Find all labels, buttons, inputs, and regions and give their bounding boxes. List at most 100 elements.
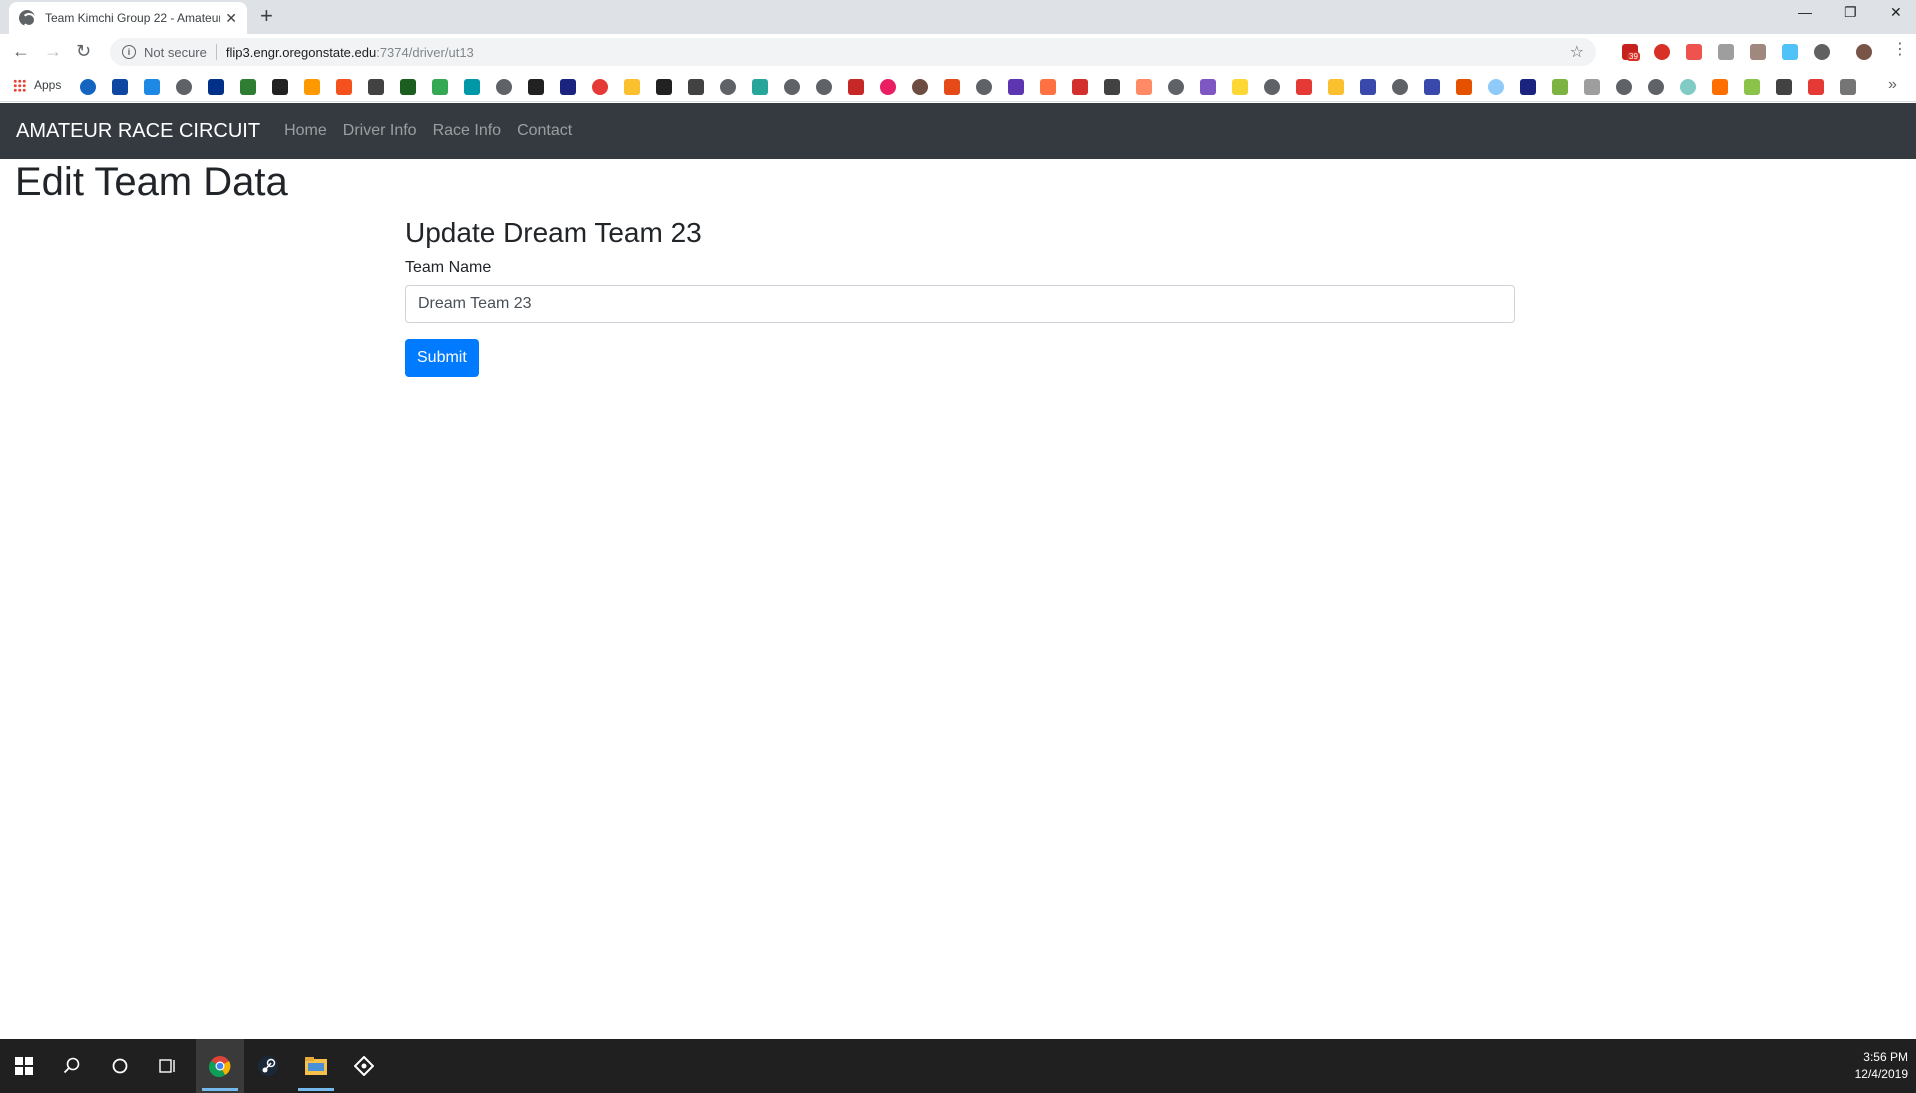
bookmark-icon[interactable] (112, 79, 128, 95)
search-icon[interactable] (48, 1039, 96, 1093)
bookmark-icon[interactable] (1680, 79, 1696, 95)
bookmark-icon[interactable] (496, 79, 512, 95)
team-name-value: Dream Team 23 (418, 295, 532, 312)
forward-icon[interactable]: → (44, 42, 62, 60)
bookmark-icon[interactable] (1520, 79, 1536, 95)
nav-link-home[interactable]: Home (284, 122, 327, 140)
bookmark-icon[interactable] (1744, 79, 1760, 95)
bookmark-icon[interactable] (816, 79, 832, 95)
bookmark-icon[interactable] (752, 79, 768, 95)
bookmark-icon[interactable] (1488, 79, 1504, 95)
task-view-icon[interactable] (144, 1039, 192, 1093)
apps-grid-icon (13, 78, 26, 92)
bookmark-icon[interactable] (1136, 79, 1152, 95)
new-tab-button[interactable]: + (260, 5, 273, 27)
bookmark-icon[interactable] (1616, 79, 1632, 95)
steam-taskbar-icon[interactable] (244, 1039, 292, 1093)
profile-avatar[interactable] (1856, 44, 1872, 60)
bookmark-icon[interactable] (1072, 79, 1088, 95)
bookmark-icon[interactable] (1232, 79, 1248, 95)
back-icon[interactable]: ← (12, 42, 30, 60)
bookmark-icon[interactable] (176, 79, 192, 95)
bookmark-icon[interactable] (1392, 79, 1408, 95)
bookmark-icon[interactable] (336, 79, 352, 95)
reload-icon[interactable]: ↻ (76, 42, 91, 60)
bookmark-icon[interactable] (720, 79, 736, 95)
bookmark-icon[interactable] (1328, 79, 1344, 95)
bookmark-star-icon[interactable]: ☆ (1570, 42, 1584, 62)
bookmark-icon[interactable] (272, 79, 288, 95)
bookmark-icon[interactable] (1456, 79, 1472, 95)
bookmark-icon[interactable] (528, 79, 544, 95)
info-icon[interactable]: i (122, 45, 136, 59)
chrome-taskbar-icon[interactable] (196, 1039, 244, 1093)
bookmark-icon[interactable] (1808, 79, 1824, 95)
cortana-icon[interactable] (96, 1039, 144, 1093)
bookmark-icon[interactable] (1840, 79, 1856, 95)
bookmark-icon[interactable] (784, 79, 800, 95)
bookmark-icon[interactable] (1648, 79, 1664, 95)
bookmark-icon[interactable] (464, 79, 480, 95)
restore-icon[interactable]: ❐ (1844, 4, 1857, 21)
address-bar[interactable]: i Not secure flip3.engr.oregonstate.edu:… (110, 38, 1596, 66)
bookmark-icon[interactable] (880, 79, 896, 95)
bookmark-icon[interactable] (1584, 79, 1600, 95)
bookmark-icon[interactable] (400, 79, 416, 95)
cup-extension-icon[interactable] (1782, 44, 1798, 60)
bookmark-icon[interactable] (976, 79, 992, 95)
browser-tab[interactable]: Team Kimchi Group 22 - Amateur Race Circ… (9, 2, 247, 34)
navbar-brand[interactable]: AMATEUR RACE CIRCUIT (16, 120, 260, 143)
nav-link-contact[interactable]: Contact (517, 122, 572, 140)
bookmark-icon[interactable] (368, 79, 384, 95)
bookmark-icon[interactable] (1776, 79, 1792, 95)
nav-link-driver-info[interactable]: Driver Info (343, 122, 417, 140)
submit-button[interactable]: Submit (405, 339, 479, 377)
bookmark-icon[interactable] (1264, 79, 1280, 95)
adblock-extension-icon[interactable] (1654, 44, 1670, 60)
bookmark-icon[interactable] (208, 79, 224, 95)
bookmark-icon[interactable] (912, 79, 928, 95)
browser-toolbar: ← → ↻ i Not secure flip3.engr.oregonstat… (0, 34, 1916, 70)
bookmark-icon[interactable] (144, 79, 160, 95)
browser-menu-icon[interactable]: ⋮ (1892, 41, 1908, 59)
bookmarks-overflow-icon[interactable]: » (1888, 76, 1897, 94)
apps-shortcut[interactable]: Apps (13, 78, 61, 92)
bookmark-icon[interactable] (1552, 79, 1568, 95)
bookmark-icon[interactable] (1424, 79, 1440, 95)
bookmark-icon[interactable] (944, 79, 960, 95)
bookmark-icon[interactable] (848, 79, 864, 95)
bookmark-icon[interactable] (1296, 79, 1312, 95)
nav-link-race-info[interactable]: Race Info (433, 122, 501, 140)
circle-extension-icon[interactable] (1814, 44, 1830, 60)
bookmark-icon[interactable] (432, 79, 448, 95)
close-tab-icon[interactable]: ✕ (225, 10, 237, 27)
bookmark-icon[interactable] (656, 79, 672, 95)
bookmark-icon[interactable] (1040, 79, 1056, 95)
bookmark-icon[interactable] (688, 79, 704, 95)
bookmark-icon[interactable] (560, 79, 576, 95)
windows-start-icon[interactable] (0, 1039, 48, 1093)
pdf-extension-icon[interactable] (1750, 44, 1766, 60)
bookmark-icon[interactable] (304, 79, 320, 95)
window-close-icon[interactable]: ✕ (1890, 4, 1902, 21)
bookmark-icon[interactable] (1104, 79, 1120, 95)
url-path: :7374/driver/ut13 (376, 44, 474, 60)
bookmark-icon[interactable] (80, 79, 96, 95)
pocket-extension-icon[interactable] (1686, 44, 1702, 60)
bookmark-icon[interactable] (1712, 79, 1728, 95)
bookmark-icon[interactable] (592, 79, 608, 95)
active-app-indicator (202, 1088, 238, 1091)
bookmark-icon[interactable] (240, 79, 256, 95)
bookmark-icon[interactable] (1008, 79, 1024, 95)
gitkraken-taskbar-icon[interactable] (340, 1039, 388, 1093)
system-clock[interactable]: 3:56 PM 12/4/2019 (1855, 1049, 1908, 1083)
bookmark-icon[interactable] (1200, 79, 1216, 95)
bookmark-icon[interactable] (624, 79, 640, 95)
browser-tab-strip: Team Kimchi Group 22 - Amateur Race Circ… (0, 0, 1916, 34)
file-explorer-taskbar-icon[interactable] (292, 1039, 340, 1093)
bookmark-icon[interactable] (1360, 79, 1376, 95)
download-extension-icon[interactable] (1718, 44, 1734, 60)
bookmark-icon[interactable] (1168, 79, 1184, 95)
minimize-icon[interactable]: — (1798, 4, 1812, 20)
team-name-input[interactable]: Dream Team 23 (405, 285, 1515, 323)
